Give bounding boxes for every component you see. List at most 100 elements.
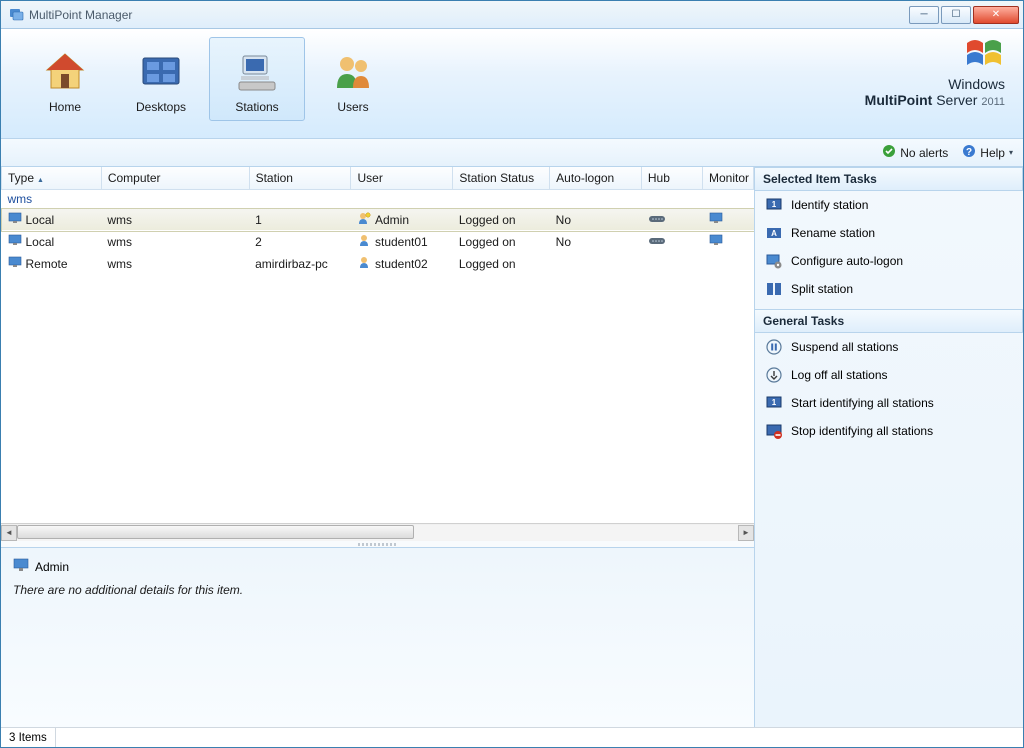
brand-block: Windows MultiPoint Server 2011 (865, 37, 1005, 108)
task-identify-station[interactable]: 1 Identify station (755, 191, 1023, 219)
app-icon (9, 7, 25, 23)
svg-text:1: 1 (772, 200, 777, 209)
identify-icon: 1 (765, 395, 783, 411)
minimize-button[interactable]: ─ (909, 6, 939, 24)
footer-bar: 3 Items (1, 727, 1023, 747)
tab-home-label: Home (18, 100, 112, 114)
task-logoff-all[interactable]: Log off all stations (755, 361, 1023, 389)
user-icon (357, 233, 371, 250)
group-name: wms (2, 190, 754, 209)
task-start-identifying[interactable]: 1 Start identifying all stations (755, 389, 1023, 417)
pause-icon (765, 339, 783, 355)
task-label: Split station (791, 282, 853, 296)
tasks-pane: Selected Item Tasks 1 Identify station A… (755, 167, 1023, 727)
table-row[interactable]: Local wms 2 student01 Logged on No (2, 231, 754, 253)
task-rename-station[interactable]: A Rename station (755, 219, 1023, 247)
left-pane: Type▲ Computer Station User Station Stat… (1, 167, 755, 727)
check-icon (882, 144, 896, 161)
horizontal-scrollbar[interactable]: ◄ ► (1, 523, 754, 541)
monitor-small-icon (709, 213, 723, 227)
stations-table-wrap: Type▲ Computer Station User Station Stat… (1, 167, 754, 523)
rename-icon: A (765, 225, 783, 241)
col-status[interactable]: Station Status (453, 167, 550, 190)
users-icon (306, 44, 400, 100)
monitor-icon (8, 256, 22, 271)
task-suspend-all[interactable]: Suspend all stations (755, 333, 1023, 361)
task-label: Stop identifying all stations (791, 424, 933, 438)
no-alerts-label: No alerts (900, 146, 948, 160)
scroll-left-button[interactable]: ◄ (1, 525, 17, 541)
task-split-station[interactable]: Split station (755, 275, 1023, 303)
details-header: Admin (13, 554, 742, 579)
col-type[interactable]: Type▲ (2, 167, 102, 190)
autologon-icon (765, 253, 783, 269)
help-button[interactable]: ? Help ▾ (962, 144, 1013, 161)
tab-desktops-label: Desktops (114, 100, 208, 114)
tab-home[interactable]: Home (17, 37, 113, 121)
brand-line1: Windows (865, 76, 1005, 92)
help-label: Help (980, 146, 1005, 160)
details-message: There are no additional details for this… (13, 579, 742, 601)
col-station[interactable]: Station (249, 167, 351, 190)
task-stop-identifying[interactable]: Stop identifying all stations (755, 417, 1023, 445)
brand-line2: MultiPoint Server 2011 (865, 92, 1005, 108)
scroll-track[interactable] (17, 525, 738, 541)
table-row[interactable]: Local wms 1 Admin Logged on No (2, 209, 754, 231)
table-row[interactable]: Remote wms amirdirbaz-pc student02 Logge… (2, 253, 754, 275)
task-label: Start identifying all stations (791, 396, 934, 410)
window-title: MultiPoint Manager (29, 8, 132, 22)
split-icon (765, 281, 783, 297)
item-count: 3 Items (1, 728, 56, 747)
group-row[interactable]: wms (2, 190, 754, 209)
task-label: Rename station (791, 226, 875, 240)
sort-caret-icon: ▲ (37, 177, 44, 184)
scroll-right-button[interactable]: ► (738, 525, 754, 541)
tab-stations-label: Stations (210, 100, 304, 114)
ribbon: Home Desktops Stations Users Windows Mul… (1, 29, 1023, 139)
status-line: No alerts ? Help ▾ (1, 139, 1023, 167)
no-alerts-indicator[interactable]: No alerts (882, 144, 948, 161)
admin-user-icon (357, 211, 371, 228)
tab-stations[interactable]: Stations (209, 37, 305, 121)
close-button[interactable]: ✕ (973, 6, 1019, 24)
details-name: Admin (35, 560, 69, 574)
identify-icon: 1 (765, 197, 783, 213)
details-pane: Admin There are no additional details fo… (1, 547, 754, 727)
user-icon (357, 255, 371, 272)
svg-text:?: ? (966, 147, 972, 158)
monitor-icon (8, 212, 22, 227)
help-icon: ? (962, 144, 976, 161)
tab-users-label: Users (306, 100, 400, 114)
stations-icon (210, 44, 304, 100)
hub-icon (647, 213, 667, 227)
logoff-icon (765, 367, 783, 383)
stations-table: Type▲ Computer Station User Station Stat… (1, 167, 754, 275)
col-computer[interactable]: Computer (101, 167, 249, 190)
scroll-thumb[interactable] (17, 525, 414, 539)
maximize-button[interactable]: ☐ (941, 6, 971, 24)
task-label: Configure auto-logon (791, 254, 903, 268)
title-bar: MultiPoint Manager ─ ☐ ✕ (1, 1, 1023, 29)
windows-logo-icon (965, 37, 1005, 76)
monitor-icon (13, 558, 29, 575)
chevron-down-icon: ▾ (1009, 148, 1013, 157)
stop-identify-icon (765, 423, 783, 439)
svg-text:A: A (771, 229, 777, 238)
col-monitor[interactable]: Monitor (703, 167, 754, 190)
col-hub[interactable]: Hub (641, 167, 702, 190)
desktops-icon (114, 44, 208, 100)
home-icon (18, 44, 112, 100)
monitor-small-icon (709, 235, 723, 249)
svg-text:1: 1 (772, 398, 777, 407)
task-label: Log off all stations (791, 368, 888, 382)
col-autologon[interactable]: Auto-logon (550, 167, 642, 190)
task-label: Suspend all stations (791, 340, 898, 354)
selected-tasks-header: Selected Item Tasks (755, 167, 1023, 191)
col-user[interactable]: User (351, 167, 453, 190)
tab-desktops[interactable]: Desktops (113, 37, 209, 121)
general-tasks-header: General Tasks (755, 309, 1023, 333)
tab-users[interactable]: Users (305, 37, 401, 121)
hub-icon (647, 235, 667, 249)
monitor-icon (8, 234, 22, 249)
task-configure-autologon[interactable]: Configure auto-logon (755, 247, 1023, 275)
